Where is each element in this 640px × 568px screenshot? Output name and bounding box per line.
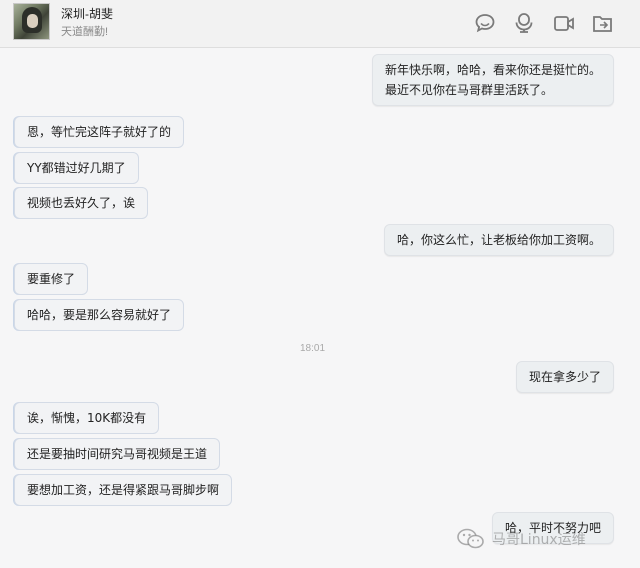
message-text: 要重修了: [27, 272, 76, 286]
contact-name[interactable]: 深圳-胡斐: [61, 5, 113, 22]
message-bubble-incoming[interactable]: 要重修了: [14, 263, 89, 295]
message-text: 哈，你这么忙，让老板给你加工资啊。: [396, 233, 601, 247]
message-text: 新年快乐啊，哈哈，看来你还是挺忙的。: [384, 63, 601, 77]
chat-bubble-icon[interactable]: [473, 11, 497, 35]
contact-status: 天道酬勤!: [61, 26, 109, 38]
message-text: 最近不见你在马哥群里活跃了。: [384, 83, 553, 97]
message-bubble-incoming[interactable]: 视频也丢好久了，诶: [14, 187, 149, 219]
message-bubble-incoming[interactable]: 哈哈，要是那么容易就好了: [14, 299, 185, 331]
wechat-logo-icon: [457, 528, 484, 549]
message-bubble-incoming[interactable]: 诶，惭愧，10K都没有: [14, 402, 160, 434]
share-icon[interactable]: [591, 11, 615, 35]
message-text: 现在拿多少了: [528, 370, 601, 384]
timestamp: 18:01: [300, 343, 326, 354]
message-text: 视频也丢好久了，诶: [27, 196, 136, 210]
video-camera-icon[interactable]: [552, 11, 576, 35]
message-text: 哈哈，要是那么容易就好了: [27, 308, 172, 322]
message-bubble-incoming[interactable]: YY都错过好几期了: [14, 152, 139, 184]
watermark-text: 马哥Linux运维: [492, 532, 586, 548]
message-text: 要想加工资，还是得紧跟马哥脚步啊: [27, 483, 220, 497]
message-bubble-incoming[interactable]: 要想加工资，还是得紧跟马哥脚步啊: [14, 474, 233, 506]
message-text: 恩，等忙完这阵子就好了的: [27, 125, 172, 139]
chat-header: 深圳-胡斐 天道酬勤!: [0, 0, 640, 48]
message-bubble-incoming[interactable]: 还是要抽时间研究马哥视频是王道: [14, 438, 221, 470]
contact-avatar[interactable]: [13, 3, 50, 40]
message-text: YY都错过好几期了: [27, 161, 126, 175]
message-bubble-outgoing[interactable]: 哈，你这么忙，让老板给你加工资啊。: [383, 224, 614, 256]
message-bubble-incoming[interactable]: 恩，等忙完这阵子就好了的: [14, 116, 185, 148]
message-bubble-outgoing[interactable]: 新年快乐啊，哈哈，看来你还是挺忙的。 最近不见你在马哥群里活跃了。: [371, 54, 614, 106]
message-bubble-outgoing[interactable]: 现在拿多少了: [515, 361, 614, 393]
message-list[interactable]: 新年快乐啊，哈哈，看来你还是挺忙的。 最近不见你在马哥群里活跃了。 恩，等忙完这…: [0, 48, 640, 568]
message-text: 还是要抽时间研究马哥视频是王道: [27, 447, 208, 461]
message-text: 诶，惭愧，10K都没有: [27, 411, 147, 425]
headset-icon[interactable]: [512, 11, 536, 35]
watermark: 马哥Linux运维: [456, 526, 586, 552]
